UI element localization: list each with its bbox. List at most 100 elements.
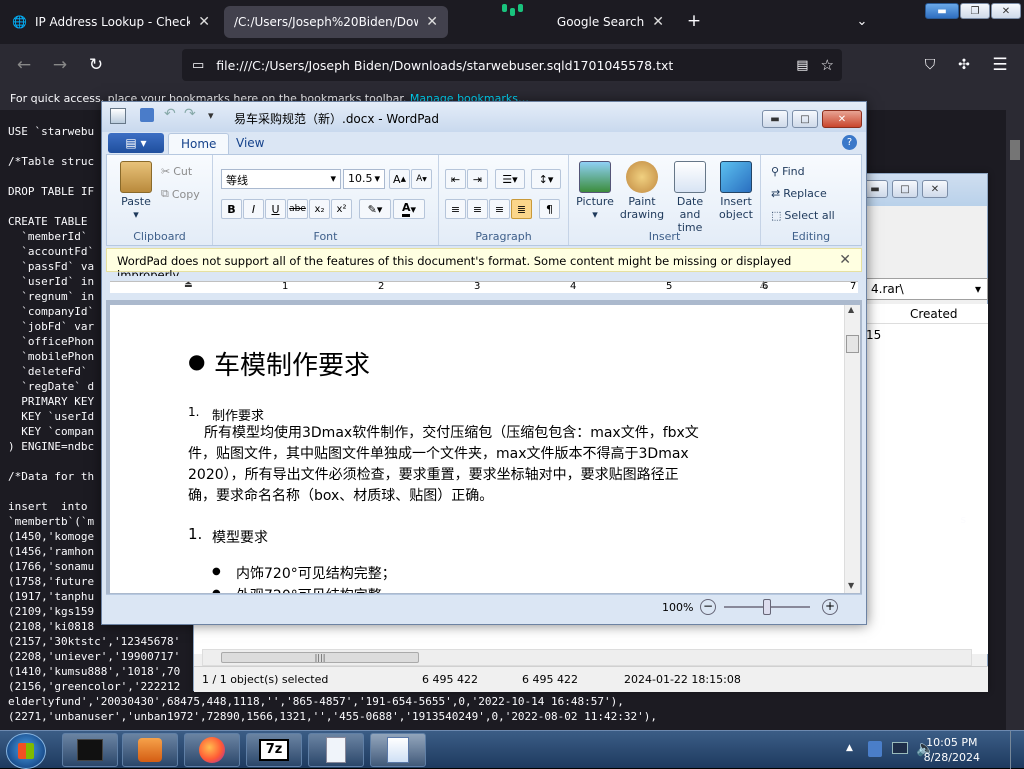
scroll-thumb[interactable]	[846, 335, 859, 353]
tab-google-search[interactable]: Google Search ✕	[454, 6, 674, 38]
taskbar-terminal[interactable]	[62, 733, 118, 767]
find-button[interactable]: ⚲ Find	[771, 165, 805, 178]
italic-icon[interactable]: I	[243, 199, 264, 219]
maximize-button[interactable]: □	[792, 110, 818, 128]
document-scrollbar[interactable]: ▲ ▼	[844, 305, 860, 593]
align-left-icon[interactable]: ≡	[445, 199, 466, 219]
decrease-indent-icon[interactable]: ⇤	[445, 169, 466, 189]
select-all-button[interactable]: ⬚ Select all	[771, 209, 835, 222]
column-header-created[interactable]: Created	[864, 304, 988, 324]
paste-button[interactable]: Paste ▾	[113, 161, 159, 221]
subscript-icon[interactable]: x₂	[309, 199, 330, 219]
black-box-icon	[77, 739, 103, 761]
strikethrough-icon[interactable]: abe	[287, 199, 308, 219]
tab-ip-lookup[interactable]: 🌐 IP Address Lookup - Check Loc ✕	[2, 6, 220, 38]
close-infobar-icon[interactable]: ✕	[839, 252, 851, 268]
shrink-font-icon[interactable]: A ▼	[411, 169, 432, 189]
line-spacing-icon[interactable]: ↕▾	[531, 169, 561, 189]
palette-icon	[626, 161, 658, 193]
wordpad-app-icon[interactable]	[110, 108, 126, 124]
align-center-icon[interactable]: ≡	[467, 199, 488, 219]
scroll-up-icon[interactable]: ▲	[848, 305, 854, 314]
save-icon[interactable]	[140, 108, 154, 122]
paragraph-settings-icon[interactable]: ¶	[539, 199, 560, 219]
superscript-icon[interactable]: x²	[331, 199, 352, 219]
copy-button[interactable]: ⧉ Copy	[161, 187, 200, 201]
system-clock[interactable]: 10:05 PM 8/28/2024	[924, 735, 980, 765]
taskbar-7zip[interactable]: 7z	[246, 733, 302, 767]
page-scrollbar[interactable]	[1006, 110, 1024, 730]
scroll-thumb[interactable]	[1010, 140, 1020, 160]
close-button[interactable]: ✕	[991, 3, 1021, 19]
redo-icon[interactable]: ↷	[184, 106, 196, 122]
taskbar-firefox[interactable]	[184, 733, 240, 767]
horizontal-scrollbar[interactable]: ||||	[202, 649, 972, 666]
bullets-icon[interactable]: ☰▾	[495, 169, 525, 189]
address-bar[interactable]: ▭ file:///C:/Users/Joseph Biden/Download…	[182, 49, 842, 81]
quick-access-dropdown-icon[interactable]: ▾	[208, 109, 214, 122]
bold-icon[interactable]: B	[221, 199, 242, 219]
show-desktop-button[interactable]	[1010, 731, 1024, 769]
help-icon[interactable]: ?	[842, 135, 857, 150]
zoom-in-icon[interactable]: +	[822, 599, 838, 615]
document-page[interactable]: ● 车模制作要求 1. 制作要求 所有模型均使用3Dmax软件制作，交付压缩包（…	[110, 305, 844, 593]
right-indent-marker[interactable]: △	[760, 280, 767, 290]
indent-marker[interactable]: ⏏	[184, 280, 193, 290]
font-size-select[interactable]: 10.5 ▾	[343, 169, 385, 189]
forward-arrow-icon[interactable]: →	[46, 52, 74, 78]
network-icon[interactable]	[892, 742, 908, 754]
replace-button[interactable]: ⇄ Replace	[771, 187, 827, 200]
new-tab-button[interactable]: +	[680, 8, 708, 34]
action-center-icon[interactable]	[868, 741, 882, 757]
zoom-out-icon[interactable]: −	[700, 599, 716, 615]
align-right-icon[interactable]: ≡	[489, 199, 510, 219]
close-tab-icon[interactable]: ✕	[426, 14, 438, 30]
taskbar-wordpad[interactable]	[370, 733, 426, 767]
extensions-icon[interactable]: ✣	[950, 52, 978, 78]
maximize-button[interactable]: □	[892, 180, 918, 198]
scroll-down-icon[interactable]: ▼	[848, 581, 854, 590]
file-menu-button[interactable]: ▤ ▾	[108, 133, 164, 153]
close-tab-icon[interactable]: ✕	[198, 14, 210, 30]
reload-icon[interactable]: ↻	[82, 52, 110, 78]
restore-button[interactable]: ❐	[960, 3, 990, 19]
grow-font-icon[interactable]: A ▲	[389, 169, 410, 189]
tab-home[interactable]: Home	[168, 133, 230, 154]
url-text[interactable]: file:///C:/Users/Joseph Biden/Downloads/…	[216, 58, 784, 73]
scroll-thumb[interactable]: ||||	[221, 652, 419, 663]
close-button[interactable]: ✕	[922, 180, 948, 198]
close-tab-icon[interactable]: ✕	[652, 14, 664, 30]
back-arrow-icon[interactable]: ←	[10, 52, 38, 78]
increase-indent-icon[interactable]: ⇥	[467, 169, 488, 189]
paint-drawing-button[interactable]: Paint drawing	[619, 161, 665, 221]
zoom-slider-thumb[interactable]	[763, 599, 771, 615]
list-all-tabs-icon[interactable]: ⌄	[848, 8, 876, 34]
cut-button[interactable]: ✂ Cut	[161, 165, 192, 178]
taskbar-document[interactable]	[308, 733, 364, 767]
insert-picture-button[interactable]: Picture ▾	[573, 161, 617, 221]
font-group: 等线 ▾ 10.5 ▾ A ▲ A ▼ B I U abe x₂ x² ✎▾ A ▾ Fo…	[213, 155, 439, 245]
archive-path-field[interactable]: 4.rar\ ▾	[864, 278, 988, 300]
menu-icon[interactable]: ☰	[986, 52, 1014, 78]
font-color-icon[interactable]: A ▾	[393, 199, 425, 219]
date-time-button[interactable]: Date and time	[667, 161, 713, 234]
taskbar-media-player[interactable]	[122, 733, 178, 767]
reader-view-icon[interactable]: ▤	[796, 58, 808, 73]
insert-object-button[interactable]: Insert object	[715, 161, 757, 221]
undo-icon[interactable]: ↶	[164, 106, 176, 122]
close-button[interactable]: ✕	[822, 110, 862, 128]
justify-icon[interactable]: ≣	[511, 199, 532, 219]
font-family-select[interactable]: 等线 ▾	[221, 169, 341, 189]
tab-file[interactable]: /C:/Users/Joseph%20Biden/Downlo ✕	[224, 6, 448, 38]
pocket-icon[interactable]: ⛉	[916, 52, 944, 78]
underline-icon[interactable]: U	[265, 199, 286, 219]
tab-view[interactable]: View	[224, 133, 276, 154]
highlight-color-icon[interactable]: ✎▾	[359, 199, 391, 219]
minimize-button[interactable]: ▬	[925, 3, 959, 19]
bookmark-star-icon[interactable]: ☆	[821, 56, 834, 74]
start-button[interactable]	[6, 733, 46, 769]
ruler[interactable]: 1 2 3 4 5 6 7 ⏏ △	[106, 276, 862, 298]
text-fragment: s	[960, 513, 967, 526]
minimize-button[interactable]: ▬	[762, 110, 788, 128]
show-hidden-icons[interactable]: ▲	[846, 743, 853, 753]
